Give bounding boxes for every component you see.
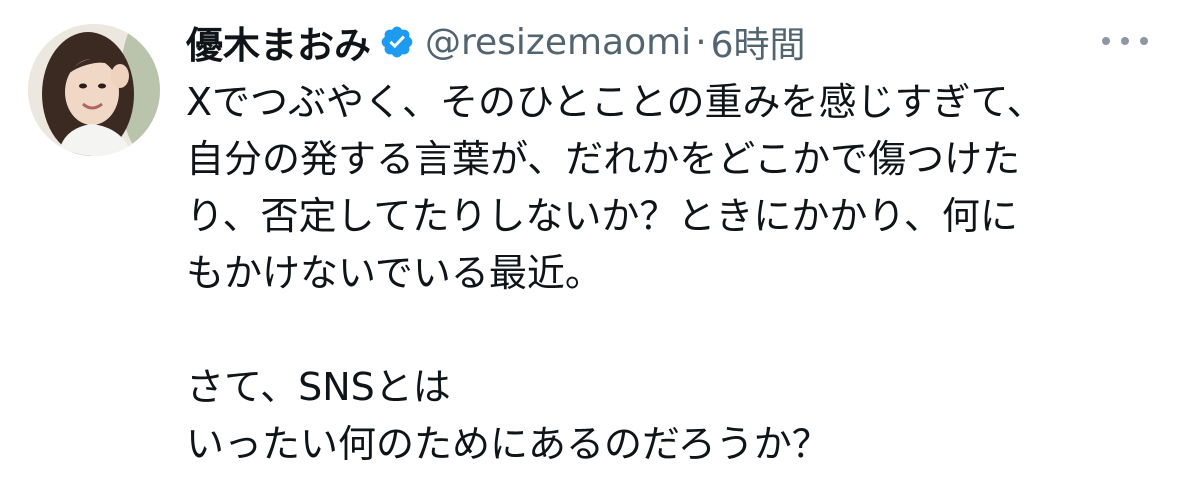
- tweet-text-line: Xでつぶやく、そのひとことの重みを感じすぎて、: [186, 80, 1045, 124]
- author-handle[interactable]: @resizemaomi: [425, 22, 691, 63]
- tweet-header: 優木まおみ @resizemaomi · 6時間: [186, 14, 806, 70]
- tweet-text-line: いったい何のためにあるのだろうか？: [186, 422, 830, 466]
- avatar[interactable]: [28, 24, 160, 156]
- more-dot: [1121, 37, 1129, 45]
- tweet-text-line: り、否定してたりしないか？ときにかかり、何に: [186, 194, 1018, 238]
- tweet-timestamp[interactable]: 6時間: [711, 16, 806, 68]
- more-dot: [1102, 37, 1110, 45]
- tweet-text-line: さて、SNSとは: [186, 365, 451, 409]
- author-display-name[interactable]: 優木まおみ: [186, 15, 371, 69]
- tweet-card[interactable]: 優木まおみ @resizemaomi · 6時間 Xでつぶやく、そのひとことの重…: [0, 0, 1179, 492]
- verified-badge-icon: [379, 24, 415, 60]
- tweet-text: Xでつぶやく、そのひとことの重みを感じすぎて、 自分の発する言葉が、だれかをどこ…: [186, 74, 1146, 473]
- tweet-text-line: 自分の発する言葉が、だれかをどこかで傷つけた: [186, 137, 1021, 181]
- more-dot: [1140, 37, 1148, 45]
- header-separator: ·: [695, 21, 707, 63]
- avatar-photo: [28, 24, 160, 156]
- more-options-icon[interactable]: [1102, 34, 1148, 48]
- tweet-text-line: もかけないでいる最近。: [186, 251, 603, 295]
